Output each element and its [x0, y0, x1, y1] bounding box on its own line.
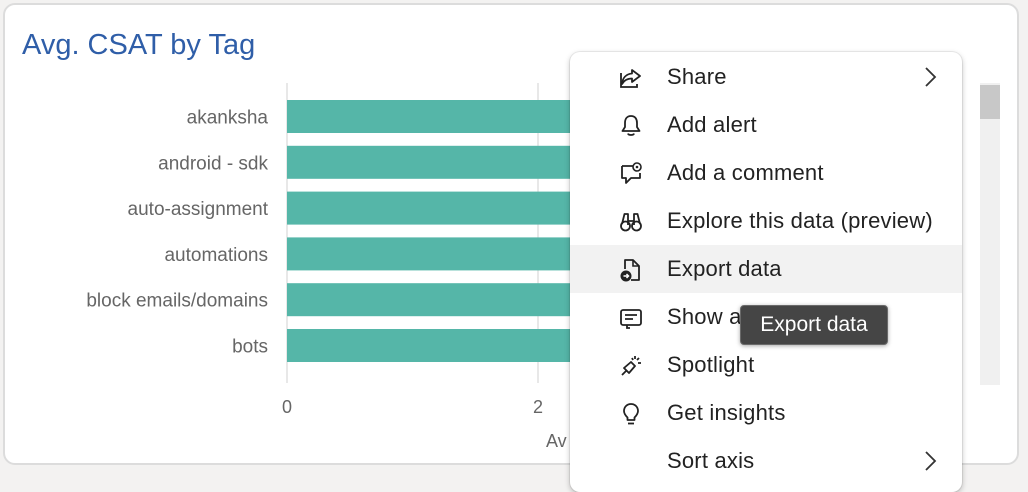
chevron-right-icon — [920, 450, 940, 472]
menu-item-add-comment[interactable]: Add a comment — [570, 149, 962, 197]
x-tick-label: 2 — [533, 397, 543, 417]
context-menu: Share Add alert Add a comment Explore th… — [570, 52, 962, 492]
category-label: bots — [232, 337, 268, 358]
menu-item-export-data[interactable]: Export data — [570, 245, 962, 293]
menu-item-label: Sort axis — [667, 448, 755, 473]
bar[interactable] — [287, 191, 607, 225]
category-label: automations — [164, 245, 268, 266]
bar[interactable] — [287, 329, 607, 362]
spotlight-icon — [618, 353, 644, 379]
menu-item-label: Add alert — [667, 112, 757, 137]
bell-icon — [618, 113, 644, 139]
lightbulb-icon — [618, 401, 644, 427]
bar[interactable] — [287, 283, 607, 317]
chevron-right-icon — [920, 66, 940, 88]
menu-item-label: Spotlight — [667, 352, 755, 377]
export-icon — [618, 257, 644, 283]
vertical-scrollbar[interactable] — [980, 83, 1000, 385]
bar[interactable] — [287, 237, 607, 271]
category-label: block emails/domains — [86, 291, 268, 312]
menu-item-label: Explore this data (preview) — [667, 208, 933, 233]
share-icon — [618, 65, 644, 91]
table-icon — [618, 305, 644, 331]
category-label: android - sdk — [158, 153, 268, 174]
binoculars-icon — [618, 209, 644, 235]
menu-item-share[interactable]: Share — [570, 53, 962, 101]
tooltip: Export data — [740, 305, 888, 345]
bar[interactable] — [287, 145, 607, 179]
menu-item-get-insights[interactable]: Get insights — [570, 389, 962, 437]
menu-item-spotlight[interactable]: Spotlight — [570, 341, 962, 389]
menu-item-label: Show a — [667, 304, 742, 329]
x-axis-title: Av — [546, 431, 567, 451]
x-tick-label: 0 — [282, 397, 292, 417]
comment-icon — [618, 161, 644, 187]
menu-item-explore-data[interactable]: Explore this data (preview) — [570, 197, 962, 245]
menu-item-add-alert[interactable]: Add alert — [570, 101, 962, 149]
menu-item-label: Share — [667, 64, 727, 89]
category-label: auto-assignment — [128, 199, 269, 220]
category-label: akanksha — [187, 108, 269, 129]
menu-item-label: Get insights — [667, 400, 786, 425]
menu-item-label: Add a comment — [667, 160, 824, 185]
bar[interactable] — [287, 100, 607, 133]
menu-item-sort-axis[interactable]: Sort axis — [570, 437, 962, 485]
menu-item-label: Export data — [667, 256, 782, 281]
scrollbar-thumb[interactable] — [980, 85, 1000, 119]
